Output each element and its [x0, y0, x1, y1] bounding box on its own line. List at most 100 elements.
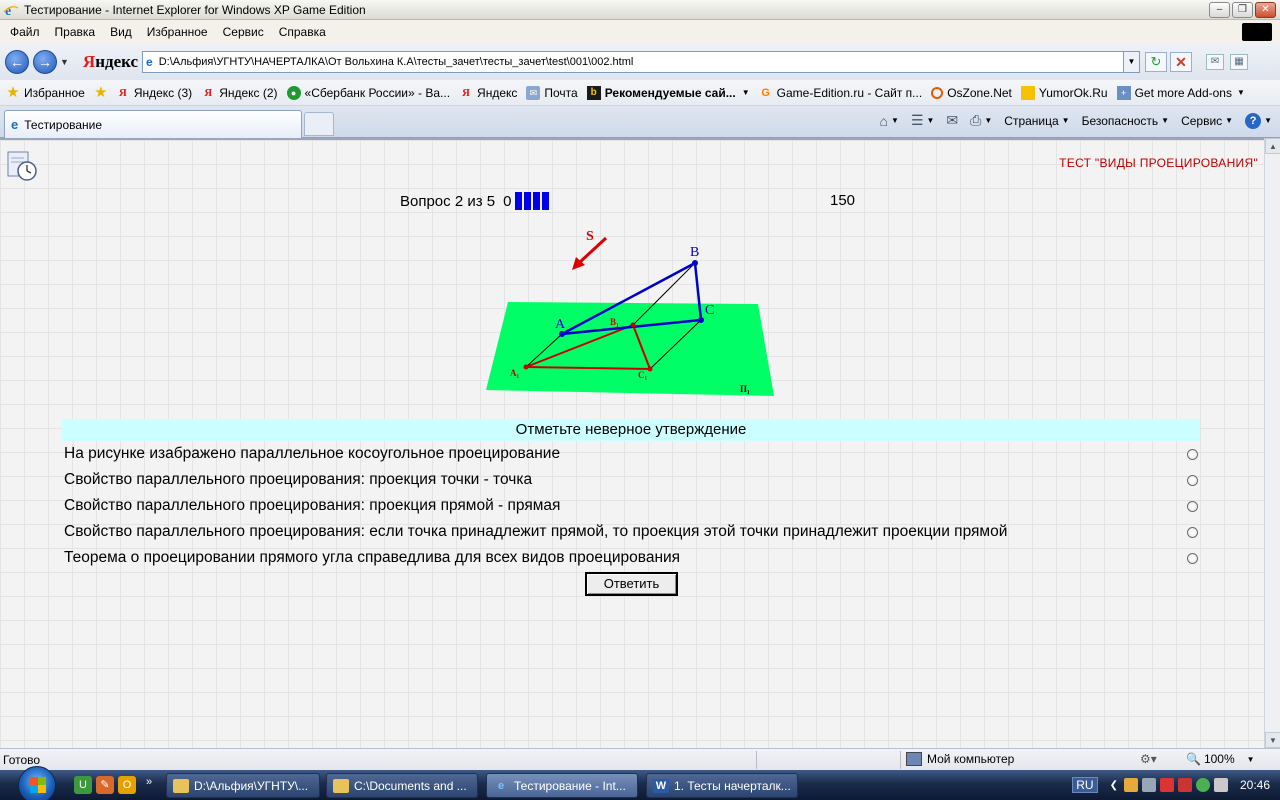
favorite-link[interactable]: b Рекомендуемые сай... ▼	[586, 85, 750, 100]
label-c1: C₁	[638, 370, 647, 380]
feeds-button[interactable]: ☰ ▼	[911, 112, 934, 129]
chevron-right-icon[interactable]: »	[146, 776, 152, 788]
status-bar: Готово Мой компьютер ⚙▾ 🔍 100% ▼	[0, 748, 1280, 770]
answer-option-1[interactable]: На рисунке изабражено параллельное косоу…	[64, 442, 1198, 466]
answer-radio-1[interactable]	[1187, 449, 1198, 460]
label-b1: B₁	[610, 317, 619, 327]
folder-icon	[333, 778, 349, 793]
minimize-button[interactable]: –	[1209, 2, 1230, 18]
star-icon: ★	[6, 83, 20, 101]
windows-logo-icon	[30, 777, 46, 793]
forward-button[interactable]: →	[33, 50, 57, 74]
stopwatch-icon[interactable]	[6, 150, 38, 182]
tools-menu[interactable]: Сервис ▼	[1181, 114, 1233, 128]
answer-option-3[interactable]: Свойство параллельного проецирования: пр…	[64, 494, 1198, 518]
scroll-down-icon[interactable]: ▼	[1265, 732, 1280, 748]
answer-radio-4[interactable]	[1187, 527, 1198, 538]
page-content: ТЕСТ "ВИДЫ ПРОЕЦИРОВАНИЯ" Вопрос 2 из 5 …	[0, 138, 1264, 748]
volume-icon[interactable]	[1213, 778, 1228, 792]
security-zone[interactable]: Мой компьютер	[906, 752, 1014, 766]
chevron-down-icon: ▼	[1161, 116, 1170, 125]
tray-icon[interactable]	[1159, 778, 1174, 792]
tray-icon[interactable]	[1123, 778, 1138, 792]
favorite-link[interactable]: ✉ Почта	[526, 85, 578, 100]
address-url[interactable]: D:\Альфия\УГНТУ\НАЧЕРТАЛКА\От Вольхина К…	[159, 56, 634, 68]
menu-edit[interactable]: Правка	[55, 25, 96, 39]
favorite-link[interactable]: ● «Сбербанк России» - Ва...	[286, 85, 450, 100]
stop-button[interactable]: ✕	[1170, 52, 1192, 72]
computer-icon	[906, 752, 922, 766]
favorite-link[interactable]: YumorOk.Ru	[1020, 85, 1108, 100]
answer-option-2[interactable]: Свойство параллельного проецирования: пр…	[64, 468, 1198, 492]
close-button[interactable]: ✕	[1255, 2, 1276, 18]
chevron-down-icon: ▼	[984, 116, 993, 125]
clock[interactable]: 20:46	[1240, 778, 1270, 792]
favorite-link[interactable]: Я Яндекс (2)	[201, 86, 277, 100]
progress-segment	[542, 192, 550, 210]
zoom-control[interactable]: 🔍 100% ▼	[1186, 752, 1255, 766]
mail-icon[interactable]: ✉	[1206, 54, 1224, 70]
answer-radio-5[interactable]	[1187, 553, 1198, 564]
favorite-link[interactable]: + Get more Add-ons ▼	[1116, 85, 1245, 100]
maximize-button[interactable]: ❐	[1232, 2, 1253, 18]
safety-menu[interactable]: Безопасность ▼	[1082, 114, 1169, 128]
tray-icon[interactable]	[1195, 778, 1210, 792]
taskbar-item[interactable]: C:\Documents and ...	[326, 773, 478, 798]
back-button[interactable]: ←	[5, 50, 29, 74]
quicklaunch-icon[interactable]: O	[118, 776, 136, 794]
timer-value: 150	[830, 192, 856, 209]
chevron-left-icon[interactable]: ❮	[1110, 780, 1118, 791]
favorite-link[interactable]: Я Яндекс (3)	[116, 86, 192, 100]
taskbar-item[interactable]: e Тестирование - Int...	[486, 773, 638, 798]
menu-favorites[interactable]: Избранное	[147, 25, 208, 39]
favorite-link[interactable]: OsZone.Net	[931, 86, 1012, 100]
address-dropdown-icon[interactable]: ▼	[1123, 52, 1139, 72]
new-tab-button[interactable]	[304, 112, 334, 136]
quicklaunch-icon[interactable]: ✎	[96, 776, 114, 794]
rss-icon: ☰	[910, 112, 924, 128]
submit-answer-button[interactable]: Ответить	[585, 572, 678, 596]
read-mail-button[interactable]: ✉	[946, 112, 958, 129]
menu-bar: Файл Правка Вид Избранное Сервис Справка	[0, 20, 1280, 44]
help-menu[interactable]: ? ▼	[1245, 112, 1272, 129]
tray-icon[interactable]	[1177, 778, 1192, 792]
language-indicator[interactable]: RU	[1072, 777, 1098, 793]
protected-mode-icon[interactable]: ⚙▾	[1140, 752, 1157, 766]
history-dropdown-icon[interactable]: ▼	[60, 57, 69, 67]
add-favorite-button[interactable]: ★	[94, 85, 112, 100]
mail-icon: ✉	[946, 112, 959, 128]
print-button[interactable]: ⎙ ▼	[970, 112, 992, 129]
answer-text: Свойство параллельного проецирования: ес…	[64, 523, 1008, 540]
vertical-scrollbar[interactable]: ▲ ▼	[1264, 138, 1280, 748]
feeds-grid-icon[interactable]: ▦	[1230, 54, 1248, 70]
tab-testing[interactable]: e Тестирование	[4, 110, 302, 138]
favorite-link[interactable]: Я Яндекс	[459, 86, 517, 100]
menu-file[interactable]: Файл	[10, 25, 40, 39]
taskbar-item[interactable]: W 1. Тесты начерталк...	[646, 773, 798, 798]
quicklaunch-icon[interactable]: U	[74, 776, 92, 794]
address-bar[interactable]: e D:\Альфия\УГНТУ\НАЧЕРТАЛКА\От Вольхина…	[142, 51, 1140, 73]
taskbar-item[interactable]: D:\Альфия\УГНТУ\...	[166, 773, 320, 798]
favorite-link[interactable]: G Game-Edition.ru - Сайт п...	[759, 86, 922, 100]
menu-view[interactable]: Вид	[110, 25, 132, 39]
home-button[interactable]: ⌂ ▼	[880, 113, 899, 129]
favorites-button[interactable]: ★ Избранное	[6, 83, 85, 101]
scroll-up-icon[interactable]: ▲	[1265, 138, 1280, 154]
refresh-button[interactable]: ↻	[1145, 52, 1167, 72]
start-button[interactable]	[18, 766, 56, 800]
window-title: Тестирование - Internet Explorer for Win…	[24, 2, 366, 17]
word-icon: W	[653, 778, 669, 793]
answer-option-4[interactable]: Свойство параллельного проецирования: ес…	[64, 520, 1198, 544]
system-tray: RU ❮ 20:46	[1072, 770, 1280, 800]
answer-radio-3[interactable]	[1187, 501, 1198, 512]
page-menu[interactable]: Страница ▼	[1004, 114, 1069, 128]
tray-icon[interactable]	[1141, 778, 1156, 792]
answer-radio-2[interactable]	[1187, 475, 1198, 486]
oszone-icon	[931, 86, 944, 99]
menu-tools[interactable]: Сервис	[223, 25, 264, 39]
label-c: C	[705, 303, 714, 318]
answer-option-5[interactable]: Теорема о проецировании прямого угла спр…	[64, 546, 1198, 570]
chevron-down-icon: ▼	[1246, 754, 1255, 764]
yandex-icon: Я	[204, 86, 213, 99]
menu-help[interactable]: Справка	[279, 25, 326, 39]
